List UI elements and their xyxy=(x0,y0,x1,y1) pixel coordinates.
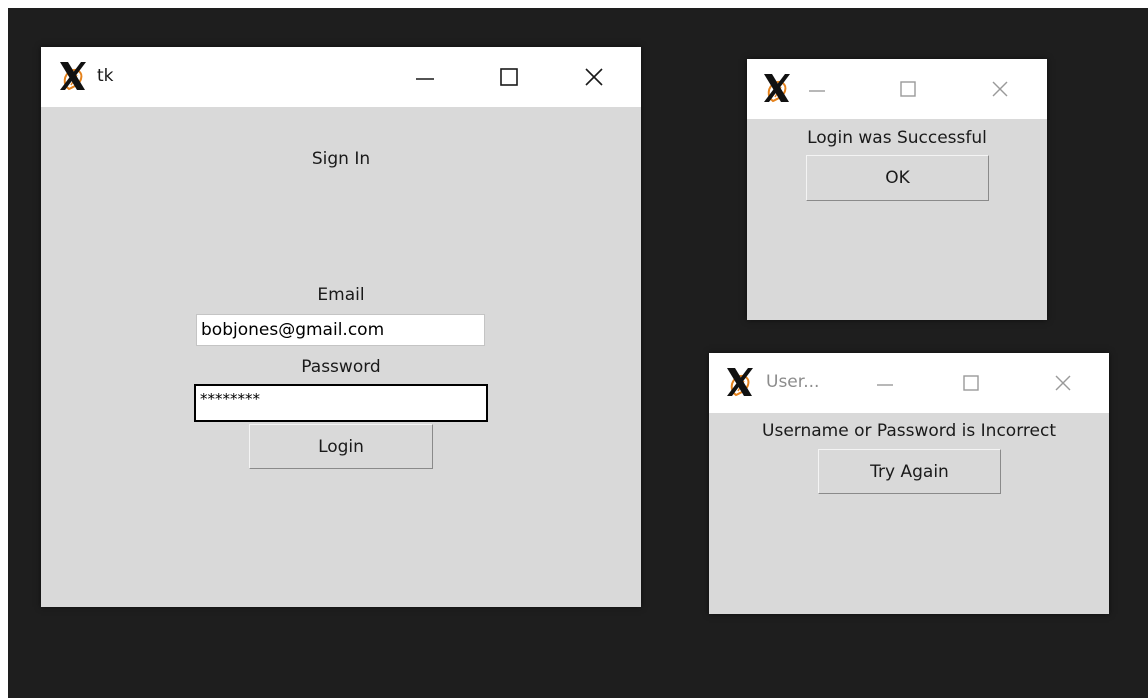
email-label: Email xyxy=(317,285,365,305)
email-field[interactable] xyxy=(196,314,485,346)
sign-in-heading: Sign In xyxy=(311,149,371,169)
success-dialog-titlebar[interactable] xyxy=(747,59,1047,119)
maximize-icon xyxy=(900,81,916,97)
minimize-button[interactable] xyxy=(405,57,445,97)
error-dialog-title: User... xyxy=(766,372,820,392)
maximize-button[interactable] xyxy=(951,363,991,403)
screen-left-edge xyxy=(0,0,8,698)
tk-feather-icon xyxy=(764,74,790,103)
ok-button[interactable]: OK xyxy=(806,155,989,201)
error-message: Username or Password is Incorrect xyxy=(762,421,1056,441)
close-button[interactable] xyxy=(980,69,1020,109)
close-icon xyxy=(1055,375,1071,391)
close-icon xyxy=(585,68,603,86)
minimize-icon xyxy=(809,90,825,92)
maximize-icon xyxy=(963,375,979,391)
password-field[interactable] xyxy=(194,384,488,422)
maximize-button[interactable] xyxy=(888,69,928,109)
login-window-title: tk xyxy=(97,66,114,86)
error-dialog-titlebar[interactable]: User... xyxy=(709,353,1109,413)
tk-feather-icon xyxy=(727,368,753,397)
minimize-icon xyxy=(877,384,893,386)
login-button[interactable]: Login xyxy=(249,424,433,469)
try-again-button[interactable]: Try Again xyxy=(818,449,1001,494)
close-icon xyxy=(992,81,1008,97)
tk-feather-icon xyxy=(60,62,86,91)
minimize-icon xyxy=(416,78,434,80)
password-label: Password xyxy=(301,357,381,377)
maximize-button[interactable] xyxy=(489,57,529,97)
close-button[interactable] xyxy=(574,57,614,97)
screen-top-edge xyxy=(0,0,1148,8)
minimize-button[interactable] xyxy=(865,363,905,403)
maximize-icon xyxy=(500,68,518,86)
minimize-button[interactable] xyxy=(797,69,837,109)
success-message: Login was Successful xyxy=(807,128,987,148)
login-window-titlebar[interactable]: tk xyxy=(41,47,641,107)
login-window: tk Sign In Email Password Login xyxy=(41,47,641,607)
close-button[interactable] xyxy=(1043,363,1083,403)
success-dialog: Login was Successful OK xyxy=(747,59,1047,320)
error-dialog: User... Username or Password is Incorrec… xyxy=(709,353,1109,614)
